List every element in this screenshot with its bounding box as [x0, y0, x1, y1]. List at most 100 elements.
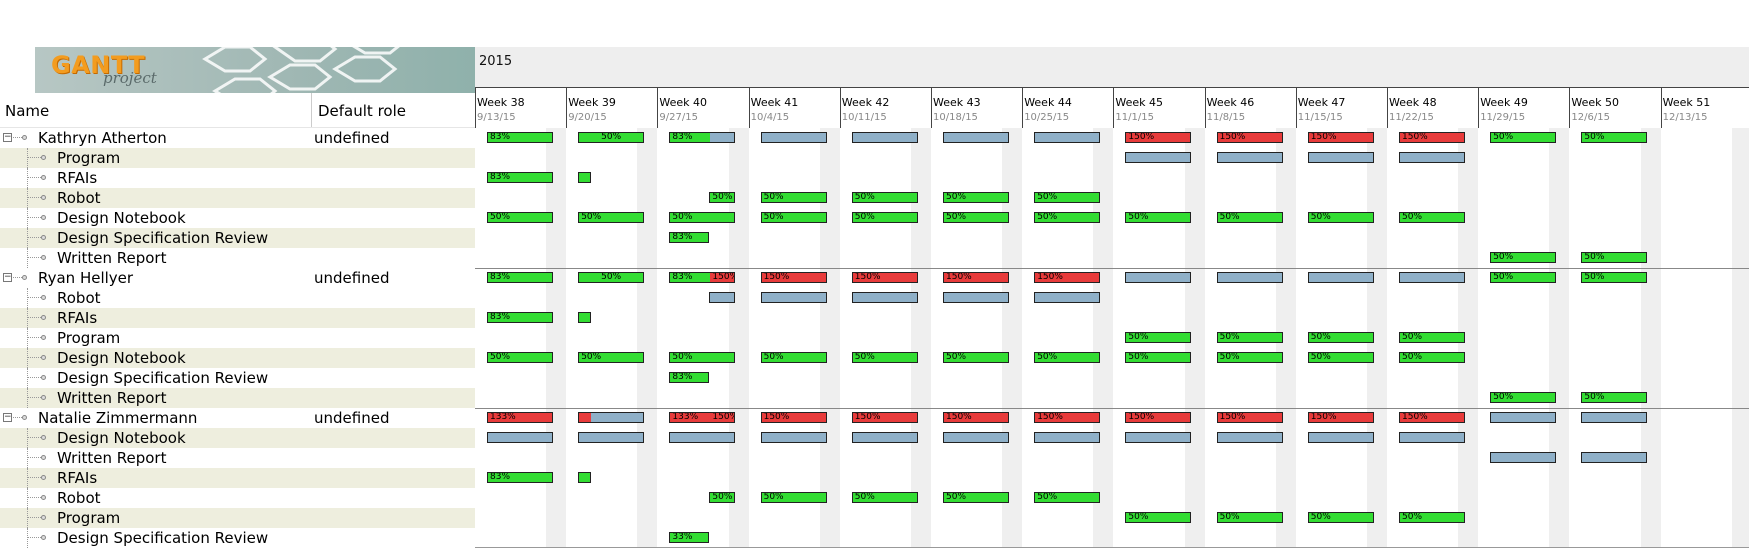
- load-bar[interactable]: 83%: [487, 132, 553, 143]
- load-bar[interactable]: [487, 432, 553, 443]
- load-bar[interactable]: 150%: [1399, 412, 1465, 423]
- assignment-row[interactable]: Design Notebook: [0, 428, 475, 448]
- collapse-toggle-icon[interactable]: −: [3, 133, 12, 142]
- load-bar[interactable]: [943, 292, 1009, 303]
- load-bar[interactable]: 50%: [578, 272, 645, 283]
- load-bar[interactable]: [669, 432, 736, 443]
- load-bar[interactable]: [851, 432, 918, 443]
- load-bar[interactable]: 50%: [1581, 272, 1648, 283]
- load-bar[interactable]: 133% 150%: [669, 412, 736, 423]
- load-bar[interactable]: [760, 132, 827, 143]
- load-bar[interactable]: [1216, 432, 1283, 443]
- load-bar[interactable]: [1125, 272, 1192, 283]
- load-bar[interactable]: 133%: [487, 412, 553, 423]
- load-bar[interactable]: 50%: [1125, 512, 1192, 523]
- load-bar[interactable]: [578, 412, 645, 423]
- load-bar[interactable]: 83%: [487, 472, 553, 483]
- load-bar[interactable]: 50%: [851, 352, 918, 363]
- assignment-row[interactable]: Written Report: [0, 448, 475, 468]
- assignment-row[interactable]: RFAIs: [0, 468, 475, 488]
- load-bar[interactable]: 50%: [1034, 352, 1101, 363]
- load-bar[interactable]: 50%: [851, 212, 918, 223]
- load-bar[interactable]: 150%: [1216, 132, 1283, 143]
- load-bar[interactable]: 83%: [669, 232, 710, 243]
- load-bar[interactable]: 83%: [669, 132, 736, 143]
- load-bar[interactable]: 50%: [1490, 252, 1557, 263]
- assignment-row[interactable]: Robot: [0, 488, 475, 508]
- load-bar[interactable]: 50%: [487, 352, 553, 363]
- load-bar[interactable]: 50%: [1216, 212, 1283, 223]
- load-bar[interactable]: 50%: [709, 192, 736, 203]
- load-bar[interactable]: 50%: [943, 352, 1009, 363]
- load-bar[interactable]: [760, 432, 827, 443]
- load-bar[interactable]: 50%: [760, 212, 827, 223]
- load-bar[interactable]: 50%: [1307, 332, 1374, 343]
- load-bar[interactable]: 50%: [1125, 352, 1192, 363]
- load-bar[interactable]: 50%: [760, 492, 827, 503]
- load-bar[interactable]: 50%: [1399, 332, 1465, 343]
- assignment-row[interactable]: Design Specification Review: [0, 228, 475, 248]
- load-bar[interactable]: 50%: [1125, 332, 1192, 343]
- load-bar[interactable]: 50%: [1307, 352, 1374, 363]
- load-bar[interactable]: 150%: [1125, 412, 1192, 423]
- load-bar[interactable]: 150%: [1034, 272, 1101, 283]
- assignment-row[interactable]: Robot: [0, 188, 475, 208]
- assignment-row[interactable]: Robot: [0, 288, 475, 308]
- load-bar[interactable]: 50%: [709, 492, 736, 503]
- load-bar[interactable]: 150%: [851, 272, 918, 283]
- load-bar[interactable]: 50%: [1216, 332, 1283, 343]
- load-bar[interactable]: [1125, 432, 1192, 443]
- assignment-row[interactable]: Written Report: [0, 248, 475, 268]
- load-bar[interactable]: [1490, 452, 1557, 463]
- collapse-toggle-icon[interactable]: −: [3, 413, 12, 422]
- load-bar[interactable]: 150%: [943, 272, 1009, 283]
- load-bar[interactable]: 50%: [943, 492, 1009, 503]
- load-bar[interactable]: 83%: [487, 172, 553, 183]
- load-bar[interactable]: 150%: [1216, 412, 1283, 423]
- load-bar[interactable]: 50%: [487, 212, 553, 223]
- assignment-row[interactable]: Design Notebook: [0, 208, 475, 228]
- load-bar[interactable]: 50%: [1216, 352, 1283, 363]
- load-bar[interactable]: 150%: [1125, 132, 1192, 143]
- load-bar[interactable]: 50%: [1399, 212, 1465, 223]
- load-bar[interactable]: 50%: [760, 192, 827, 203]
- load-bar[interactable]: [1034, 292, 1101, 303]
- load-bar[interactable]: [578, 312, 592, 323]
- load-bar[interactable]: [943, 432, 1009, 443]
- load-bar[interactable]: [1216, 152, 1283, 163]
- assignment-row[interactable]: RFAIs: [0, 308, 475, 328]
- load-bar[interactable]: 83% 150%: [669, 272, 736, 283]
- column-header-default-role[interactable]: Default role: [318, 102, 406, 120]
- resource-row[interactable]: − Kathryn Atherton undefined: [0, 128, 475, 148]
- load-bar[interactable]: [1216, 272, 1283, 283]
- collapse-toggle-icon[interactable]: −: [3, 273, 12, 282]
- load-bar[interactable]: 50%: [1307, 212, 1374, 223]
- assignment-row[interactable]: Program: [0, 328, 475, 348]
- load-bar[interactable]: 50%: [669, 352, 736, 363]
- load-bar[interactable]: 50%: [1581, 252, 1648, 263]
- load-bar[interactable]: 50%: [851, 192, 918, 203]
- assignment-row[interactable]: RFAIs: [0, 168, 475, 188]
- column-header-name[interactable]: Name: [5, 102, 49, 120]
- load-bar[interactable]: 50%: [1490, 272, 1557, 283]
- load-bar[interactable]: [760, 292, 827, 303]
- load-bar[interactable]: 50%: [669, 212, 736, 223]
- load-bar[interactable]: 50%: [760, 352, 827, 363]
- load-bar[interactable]: 50%: [943, 192, 1009, 203]
- load-bar[interactable]: 50%: [851, 492, 918, 503]
- load-bar[interactable]: 50%: [578, 352, 645, 363]
- load-bar[interactable]: [578, 472, 592, 483]
- load-bar[interactable]: [1034, 132, 1101, 143]
- assignment-row[interactable]: Design Specification Review: [0, 368, 475, 388]
- load-bar[interactable]: 150%: [1307, 412, 1374, 423]
- assignment-row[interactable]: Design Specification Review: [0, 528, 475, 548]
- load-bar[interactable]: 50%: [578, 132, 645, 143]
- load-bar[interactable]: 83%: [487, 312, 553, 323]
- load-bar[interactable]: 50%: [943, 212, 1009, 223]
- load-bar[interactable]: 50%: [578, 212, 645, 223]
- load-bar[interactable]: [1307, 152, 1374, 163]
- load-bar[interactable]: 50%: [1034, 192, 1101, 203]
- load-bar[interactable]: [1399, 152, 1465, 163]
- load-bar[interactable]: [578, 432, 645, 443]
- assignment-row[interactable]: Program: [0, 508, 475, 528]
